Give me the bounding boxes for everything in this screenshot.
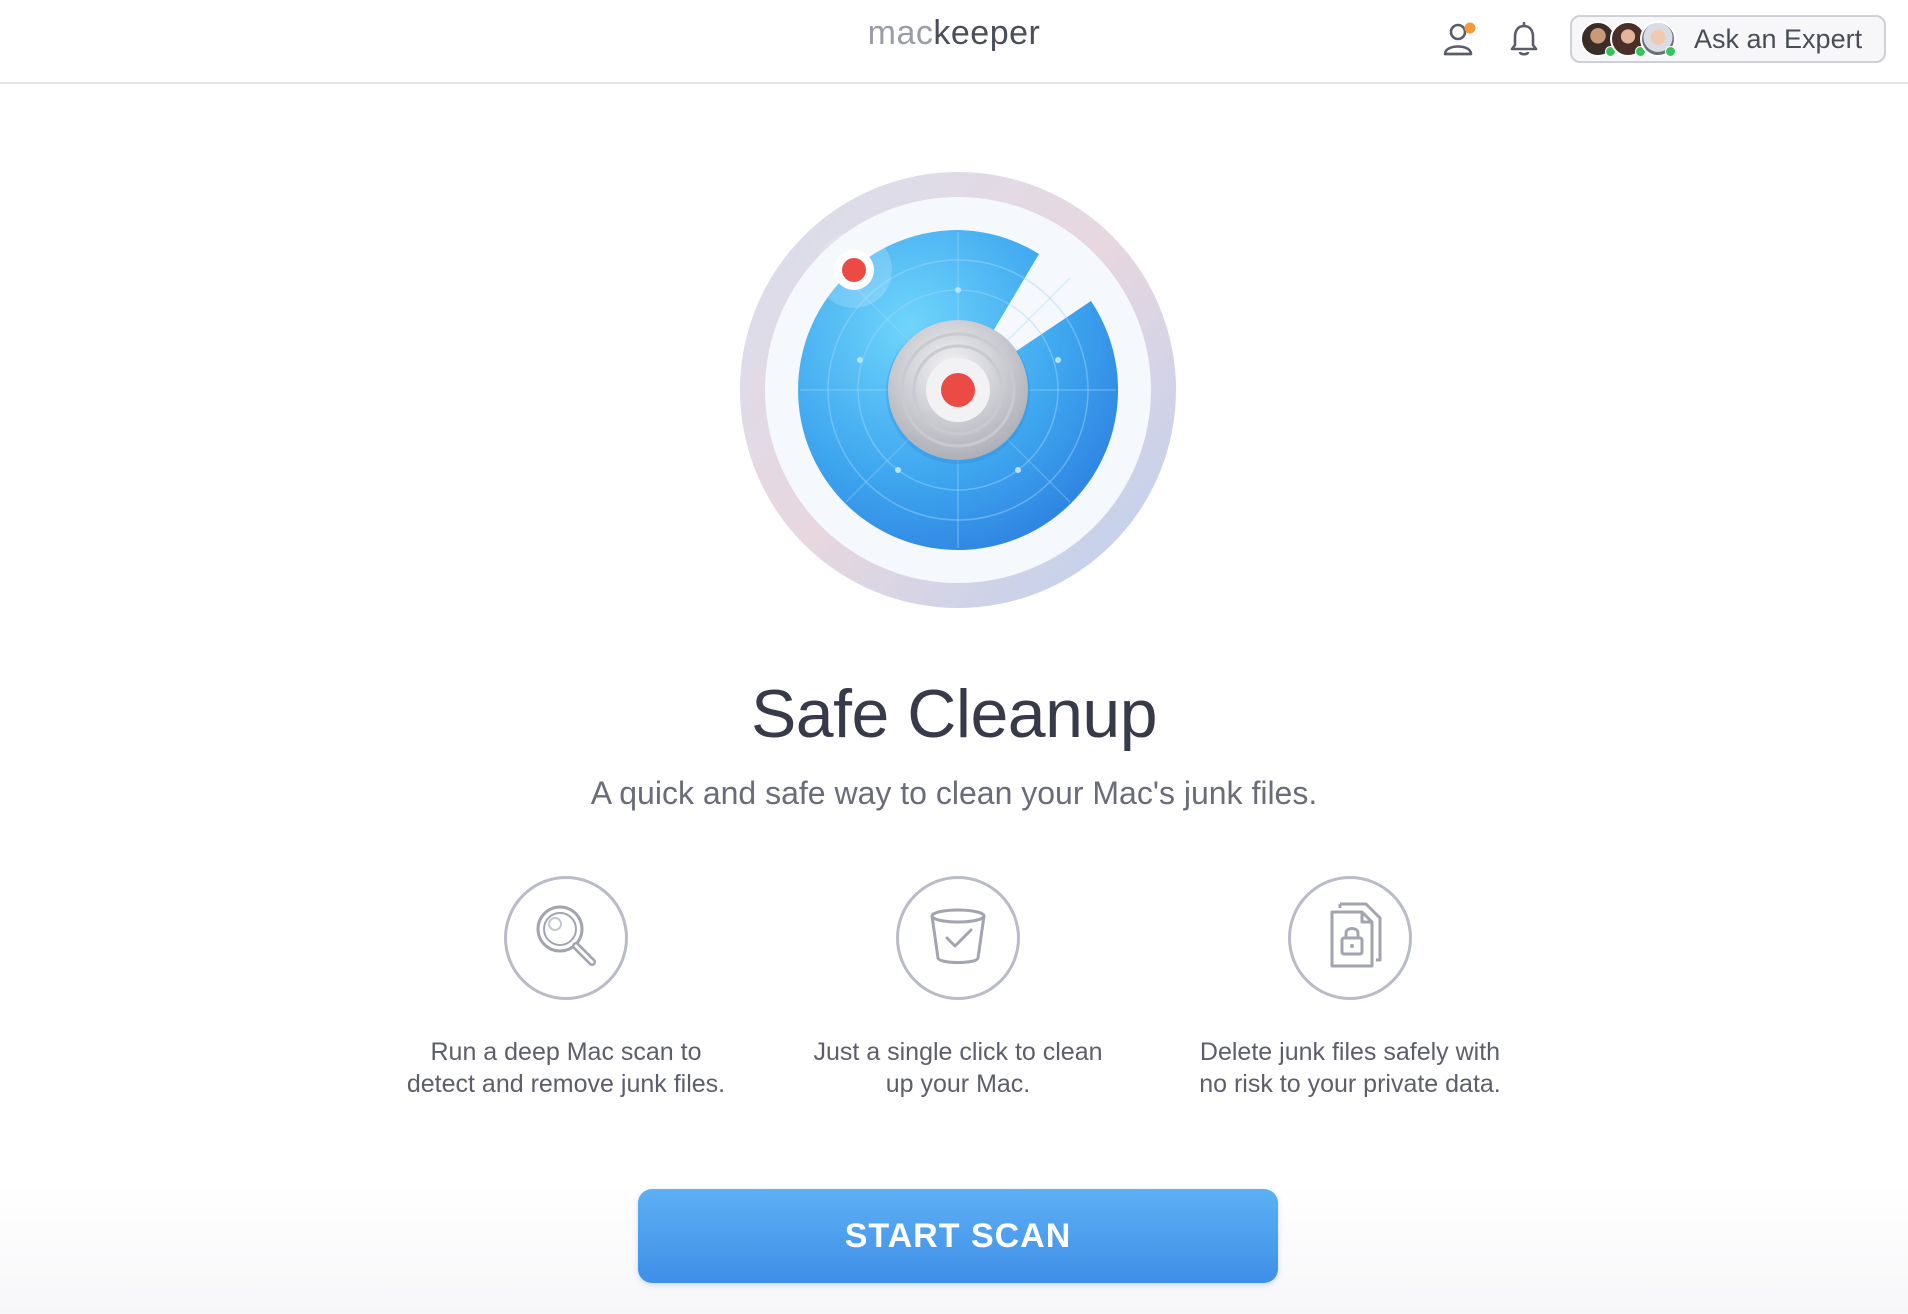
feature-text: Run a deep Mac scan to detect and remove… <box>366 1036 766 1100</box>
feature-text-line: Run a deep Mac scan to <box>430 1038 702 1066</box>
feature-single-click: Just a single click to clean up your Mac… <box>758 876 1158 1100</box>
page-subtitle: A quick and safe way to clean your Mac's… <box>590 775 1318 811</box>
feature-icon-circle <box>1288 876 1412 1000</box>
trash-check-icon <box>918 896 998 981</box>
feature-text: Just a single click to clean up your Mac… <box>758 1036 1158 1100</box>
feature-icon-circle <box>896 876 1020 1000</box>
bell-icon[interactable] <box>1502 18 1546 62</box>
feature-text-line: Delete junk files safely with <box>1199 1038 1501 1066</box>
start-scan-button[interactable]: START SCAN <box>638 1189 1278 1283</box>
logo-mac-text: mac <box>867 14 934 52</box>
feature-text-line: detect and remove junk files. <box>406 1070 726 1098</box>
feature-text-line: up your Mac. <box>885 1070 1031 1098</box>
ask-expert-label: Ask an Expert <box>1694 23 1863 54</box>
magnifier-icon <box>526 896 606 981</box>
feature-text-line: no risk to your private data. <box>1199 1070 1501 1098</box>
feature-text: Delete junk files safely with no risk to… <box>1150 1036 1550 1100</box>
feature-text-line: Just a single click to clean <box>813 1038 1103 1066</box>
ask-expert-button[interactable]: Ask an Expert <box>1570 15 1886 63</box>
top-bar: mackeeper Ask an Expert <box>0 0 1908 84</box>
feature-deep-scan: Run a deep Mac scan to detect and remove… <box>366 876 766 1100</box>
online-indicator <box>1665 46 1676 57</box>
user-account-icon[interactable] <box>1438 18 1482 62</box>
feature-icon-circle <box>504 876 628 1000</box>
locked-file-icon <box>1310 896 1390 981</box>
feature-private-data: Delete junk files safely with no risk to… <box>1150 876 1550 1100</box>
page-title: Safe Cleanup <box>750 676 1158 752</box>
radar-scan-illustration <box>738 170 1178 610</box>
expert-avatars <box>1580 21 1676 57</box>
avatar <box>1640 21 1676 57</box>
logo-keeper-text: keeper <box>933 14 1041 52</box>
safe-cleanup-page: mackeeper Ask an Expert Safe Cleanup A q… <box>0 0 1908 1314</box>
